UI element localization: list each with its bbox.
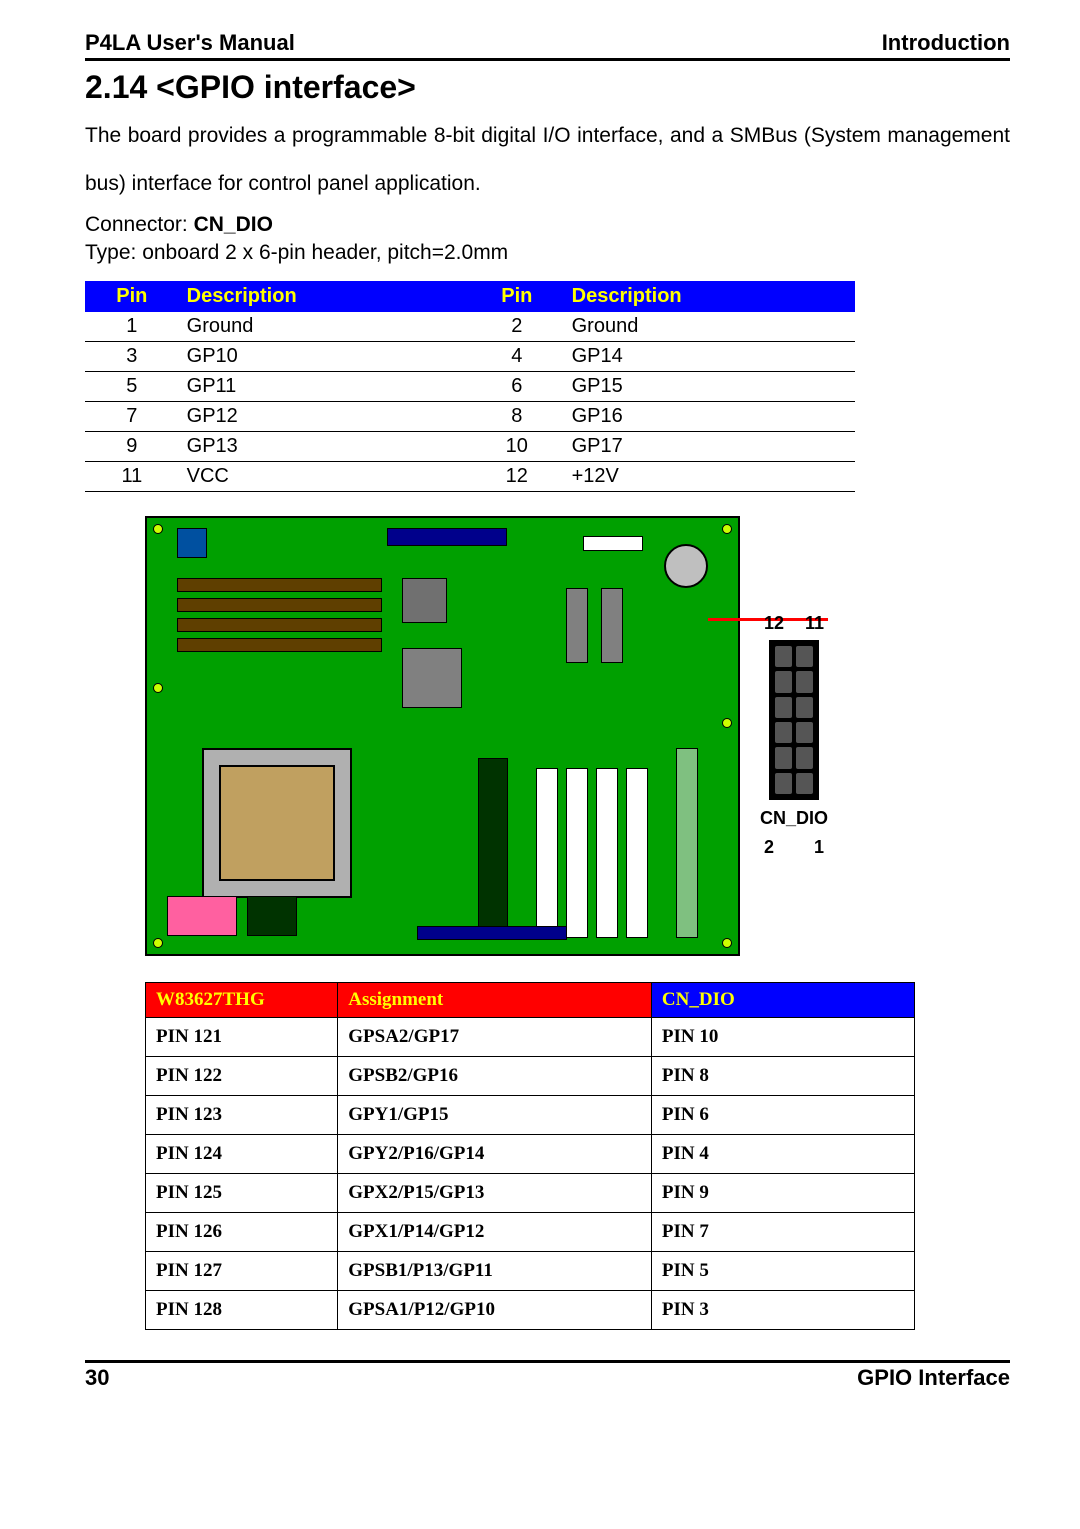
intro-paragraph: The board provides a programmable 8-bit …	[85, 112, 1010, 209]
pin-label-12: 12	[764, 613, 784, 634]
assignment: GPX1/P14/GP12	[338, 1212, 652, 1251]
table-row: 9GP1310GP17	[85, 431, 855, 461]
w83627-pin: PIN 126	[146, 1212, 338, 1251]
connector-line: Connector: CN_DIO	[85, 213, 1010, 237]
header-right: Introduction	[882, 30, 1010, 56]
type-line: Type: onboard 2 x 6-pin header, pitch=2.…	[85, 241, 1010, 265]
assignment: GPSA2/GP17	[338, 1017, 652, 1056]
w83627-pin: PIN 128	[146, 1290, 338, 1329]
table-row: PIN 127GPSB1/P13/GP11PIN 5	[146, 1251, 915, 1290]
table-row: PIN 128GPSA1/P12/GP10PIN 3	[146, 1290, 915, 1329]
cndio-pin: PIN 5	[651, 1251, 914, 1290]
th-w83627: W83627THG	[146, 982, 338, 1017]
w83627-pin: PIN 121	[146, 1017, 338, 1056]
desc-a: GP12	[179, 401, 470, 431]
desc-a: GP11	[179, 371, 470, 401]
pin-a: 9	[85, 431, 179, 461]
footer-right: GPIO Interface	[857, 1365, 1010, 1391]
th-desc-b: Description	[564, 281, 855, 312]
assignment: GPX2/P15/GP13	[338, 1173, 652, 1212]
connector-value: CN_DIO	[194, 213, 273, 236]
pin-b: 2	[470, 312, 564, 342]
assignment-table: W83627THG Assignment CN_DIO PIN 121GPSA2…	[145, 982, 915, 1330]
w83627-pin: PIN 122	[146, 1056, 338, 1095]
cndio-pin: PIN 6	[651, 1095, 914, 1134]
section-title: 2.14 <GPIO interface>	[85, 69, 1010, 106]
desc-a: GP10	[179, 341, 470, 371]
table-row: PIN 122GPSB2/GP16PIN 8	[146, 1056, 915, 1095]
assignment: GPY1/GP15	[338, 1095, 652, 1134]
pin-header-icon	[769, 640, 819, 800]
w83627-pin: PIN 127	[146, 1251, 338, 1290]
th-desc-a: Description	[179, 281, 470, 312]
desc-b: GP15	[564, 371, 855, 401]
desc-b: GP16	[564, 401, 855, 431]
pin-table: Pin Description Pin Description 1Ground2…	[85, 281, 855, 492]
table-row: PIN 125GPX2/P15/GP13PIN 9	[146, 1173, 915, 1212]
table-row: 11VCC12+12V	[85, 461, 855, 491]
table-row: PIN 126GPX1/P14/GP12PIN 7	[146, 1212, 915, 1251]
th-pin-a: Pin	[85, 281, 179, 312]
cn-dio-label: CN_DIO	[760, 808, 828, 829]
pin-a: 1	[85, 312, 179, 342]
pin-b: 10	[470, 431, 564, 461]
desc-b: +12V	[564, 461, 855, 491]
cn-dio-pinout: 12 11 CN_DIO 2 1	[760, 613, 828, 858]
cndio-pin: PIN 3	[651, 1290, 914, 1329]
board-diagram-wrap: 12 11 CN_DIO 2 1	[85, 516, 1010, 956]
pin-b: 8	[470, 401, 564, 431]
pin-b: 4	[470, 341, 564, 371]
assignment: GPSB2/GP16	[338, 1056, 652, 1095]
cndio-pin: PIN 10	[651, 1017, 914, 1056]
table-row: 1Ground2Ground	[85, 312, 855, 342]
desc-b: GP17	[564, 431, 855, 461]
cndio-pin: PIN 4	[651, 1134, 914, 1173]
pin-a: 7	[85, 401, 179, 431]
pin-label-2: 2	[764, 837, 774, 858]
table-row: PIN 121GPSA2/GP17PIN 10	[146, 1017, 915, 1056]
cndio-pin: PIN 9	[651, 1173, 914, 1212]
cndio-pin: PIN 7	[651, 1212, 914, 1251]
w83627-pin: PIN 125	[146, 1173, 338, 1212]
desc-a: VCC	[179, 461, 470, 491]
page-footer: 30 GPIO Interface	[85, 1360, 1010, 1391]
desc-a: GP13	[179, 431, 470, 461]
header-left: P4LA User's Manual	[85, 30, 295, 56]
assignment: GPSA1/P12/GP10	[338, 1290, 652, 1329]
connector-label: Connector:	[85, 213, 194, 236]
pin-a: 11	[85, 461, 179, 491]
motherboard-diagram	[145, 516, 740, 956]
th-assignment: Assignment	[338, 982, 652, 1017]
th-pin-b: Pin	[470, 281, 564, 312]
table-row: PIN 124GPY2/P16/GP14PIN 4	[146, 1134, 915, 1173]
w83627-pin: PIN 123	[146, 1095, 338, 1134]
assignment: GPY2/P16/GP14	[338, 1134, 652, 1173]
assignment: GPSB1/P13/GP11	[338, 1251, 652, 1290]
cndio-pin: PIN 8	[651, 1056, 914, 1095]
page-number: 30	[85, 1365, 109, 1391]
table-row: PIN 123GPY1/GP15PIN 6	[146, 1095, 915, 1134]
pin-a: 5	[85, 371, 179, 401]
pin-a: 3	[85, 341, 179, 371]
pin-b: 12	[470, 461, 564, 491]
desc-a: Ground	[179, 312, 470, 342]
table-row: 5GP116GP15	[85, 371, 855, 401]
th-cndio: CN_DIO	[651, 982, 914, 1017]
table-row: 7GP128GP16	[85, 401, 855, 431]
table-row: 3GP104GP14	[85, 341, 855, 371]
desc-b: GP14	[564, 341, 855, 371]
page-header: P4LA User's Manual Introduction	[85, 30, 1010, 61]
desc-b: Ground	[564, 312, 855, 342]
pin-b: 6	[470, 371, 564, 401]
pin-label-11: 11	[805, 613, 824, 634]
pin-label-1: 1	[814, 837, 824, 858]
w83627-pin: PIN 124	[146, 1134, 338, 1173]
